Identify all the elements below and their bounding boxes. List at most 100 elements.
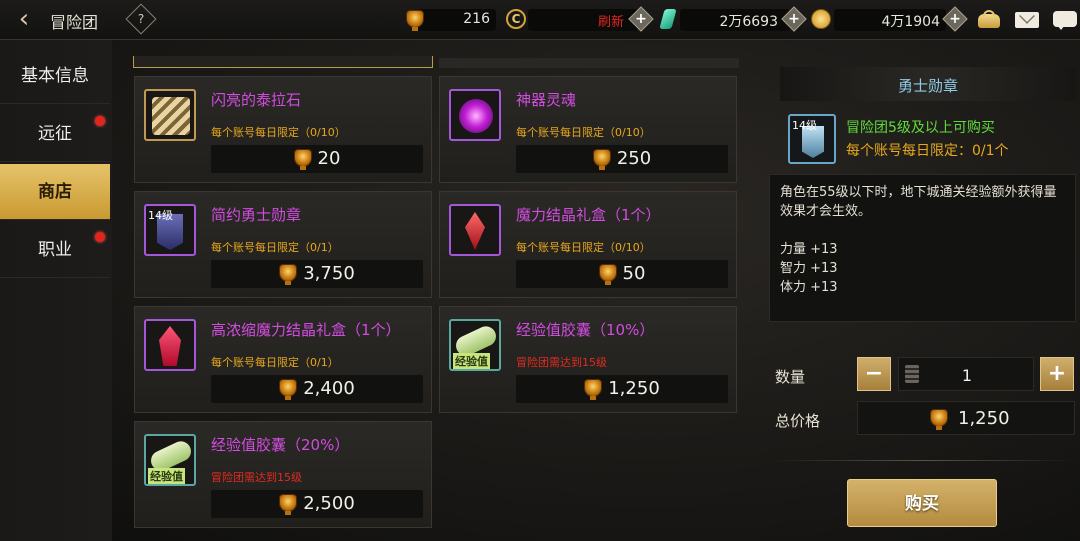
chat-icon[interactable]: [1052, 8, 1078, 30]
item-limit: 每个账号每日限定（0/10）: [211, 126, 346, 139]
sidebar: 基本信息 远征 商店 职业: [0, 40, 112, 541]
item-limit: 每个账号每日限定（0/10）: [516, 126, 651, 139]
shop-item-terra-stone[interactable]: 闪亮的泰拉石 每个账号每日限定（0/10） 20: [134, 76, 432, 183]
sidebar-item-expedition[interactable]: 远征: [0, 106, 110, 162]
sidebar-item-label: 基本信息: [21, 66, 89, 86]
gold-count: 4万1904: [881, 14, 940, 30]
divider: [770, 460, 1076, 461]
price-button[interactable]: 3,750: [211, 260, 423, 288]
sidebar-item-shop[interactable]: 商店: [0, 164, 110, 220]
item-limit: 每个账号每日限定（0/1）: [211, 241, 339, 254]
item-limit: 冒险团需达到15级: [211, 471, 302, 484]
detail-requirement: 冒险团5级及以上可购买: [846, 120, 995, 136]
stat-line: 力量 +13: [780, 242, 838, 257]
price-button[interactable]: 250: [516, 145, 728, 173]
scroll-edge-right: [439, 58, 739, 68]
shop-item-artifact-soul[interactable]: 神器灵魂 每个账号每日限定（0/10） 250: [439, 76, 737, 183]
trophy-icon: [279, 264, 298, 285]
shop-item-concentrated-crystal-box[interactable]: 高浓缩魔力结晶礼盒（1个） 每个账号每日限定（0/1） 2,400: [134, 306, 432, 413]
price-button[interactable]: 2,400: [211, 375, 423, 403]
item-price: 20: [317, 148, 341, 169]
detail-item-icon: 14级: [788, 114, 836, 164]
stat-line: 智力 +13: [780, 261, 838, 276]
crystal-box-icon: [449, 204, 501, 256]
sidebar-item-label: 商店: [38, 182, 72, 202]
trophy-icon: [293, 149, 312, 170]
total-price-label: 总价格: [775, 412, 821, 430]
buy-button[interactable]: 购买: [847, 479, 997, 527]
detail-title: 勇士勋章: [897, 77, 958, 95]
notification-dot: [95, 232, 105, 242]
increase-quantity-button[interactable]: +: [1040, 357, 1074, 391]
page-title: 冒险团: [50, 13, 99, 32]
shop-item-exp-capsule-10[interactable]: 经验值 经验值胶囊（10%） 冒险团需达到15级 1,250: [439, 306, 737, 413]
help-button[interactable]: ?: [125, 3, 157, 35]
terra-stone-icon: [144, 89, 196, 141]
ccoin-icon: C: [506, 9, 526, 29]
quantity-label: 数量: [775, 368, 806, 386]
top-bar: ‹ 冒险团 ? 216 C 刷新 + 2万6693 + 4万1904 +: [0, 0, 1080, 40]
detail-description-box: 角色在55级以下时，地下城通关经验额外获得量效果才会生效。 力量 +13 智力 …: [769, 174, 1076, 322]
item-name: 闪亮的泰拉石: [211, 91, 302, 109]
notification-dot: [95, 116, 105, 126]
trophy-icon: [930, 409, 948, 430]
refresh-label: 刷新: [598, 15, 625, 30]
item-price: 1,250: [608, 378, 660, 399]
item-price: 250: [616, 148, 652, 169]
item-limit: 冒险团需达到15级: [516, 356, 607, 369]
item-name: 神器灵魂: [516, 91, 577, 109]
item-name: 经验值胶囊（20%）: [211, 436, 350, 454]
item-price: 2,400: [303, 378, 355, 399]
trophy-icon: [584, 379, 603, 400]
item-limit: 每个账号每日限定（0/10）: [516, 241, 651, 254]
trophy-icon: [279, 379, 298, 400]
trophy-icon: [279, 494, 298, 515]
trophy-icon: [598, 264, 617, 285]
detail-description: 角色在55级以下时，地下城通关经验额外获得量效果才会生效。: [780, 185, 1057, 219]
item-name: 简约勇士勋章: [211, 206, 302, 224]
stat-line: 体力 +13: [780, 280, 838, 295]
price-button[interactable]: 20: [211, 145, 423, 173]
inventory-bag-icon[interactable]: [976, 8, 1002, 30]
sidebar-item-class[interactable]: 职业: [0, 222, 110, 278]
exp-capsule-icon: 经验值: [144, 434, 196, 486]
total-price-value: 1,250: [958, 408, 1010, 429]
quantity-value: 1: [961, 366, 973, 385]
exp-capsule-icon: 经验值: [449, 319, 501, 371]
price-button[interactable]: 2,500: [211, 490, 423, 518]
price-button[interactable]: 50: [516, 260, 728, 288]
medal-icon: 14级: [144, 204, 196, 256]
shop-item-simple-warrior-medal[interactable]: 14级 简约勇士勋章 每个账号每日限定（0/1） 3,750: [134, 191, 432, 298]
shop-item-mana-crystal-box[interactable]: 魔力结晶礼盒（1个） 每个账号每日限定（0/10） 50: [439, 191, 737, 298]
level-tag: 14级: [792, 119, 817, 132]
item-name: 高浓缩魔力结晶礼盒（1个）: [211, 321, 401, 339]
item-limit: 每个账号每日限定（0/1）: [211, 356, 339, 369]
artifact-soul-icon: [449, 89, 501, 141]
price-button[interactable]: 1,250: [516, 375, 728, 403]
item-price: 3,750: [303, 263, 355, 284]
decrease-quantity-button[interactable]: −: [857, 357, 891, 391]
item-price: 50: [622, 263, 646, 284]
gold-coin-icon: [811, 9, 831, 29]
crystal-icon: [659, 9, 677, 29]
question-icon: ?: [137, 12, 145, 26]
crystal-count: 2万6693: [719, 14, 778, 30]
sidebar-item-label: 远征: [38, 124, 72, 144]
shop-item-exp-capsule-20[interactable]: 经验值 经验值胶囊（20%） 冒险团需达到15级 2,500: [134, 421, 432, 528]
quantity-stepper[interactable]: 1: [898, 357, 1034, 391]
crystal-box-icon: [144, 319, 196, 371]
mail-icon[interactable]: [1014, 8, 1040, 30]
item-name: 魔力结晶礼盒（1个）: [516, 206, 661, 224]
capsule-label: 经验值: [148, 468, 185, 484]
level-tag: 14级: [148, 209, 173, 222]
trophy-icon: [406, 10, 424, 31]
sidebar-item-basic-info[interactable]: 基本信息: [0, 48, 110, 104]
trophy-count: 216: [463, 11, 490, 27]
capsule-label: 经验值: [453, 353, 490, 369]
sidebar-item-label: 职业: [38, 240, 72, 260]
back-arrow-icon[interactable]: ‹: [6, 4, 42, 34]
gold-plus-button[interactable]: +: [942, 6, 968, 32]
total-price-box: 1,250: [857, 401, 1075, 435]
trophy-icon: [592, 149, 611, 170]
item-price: 2,500: [303, 493, 355, 514]
